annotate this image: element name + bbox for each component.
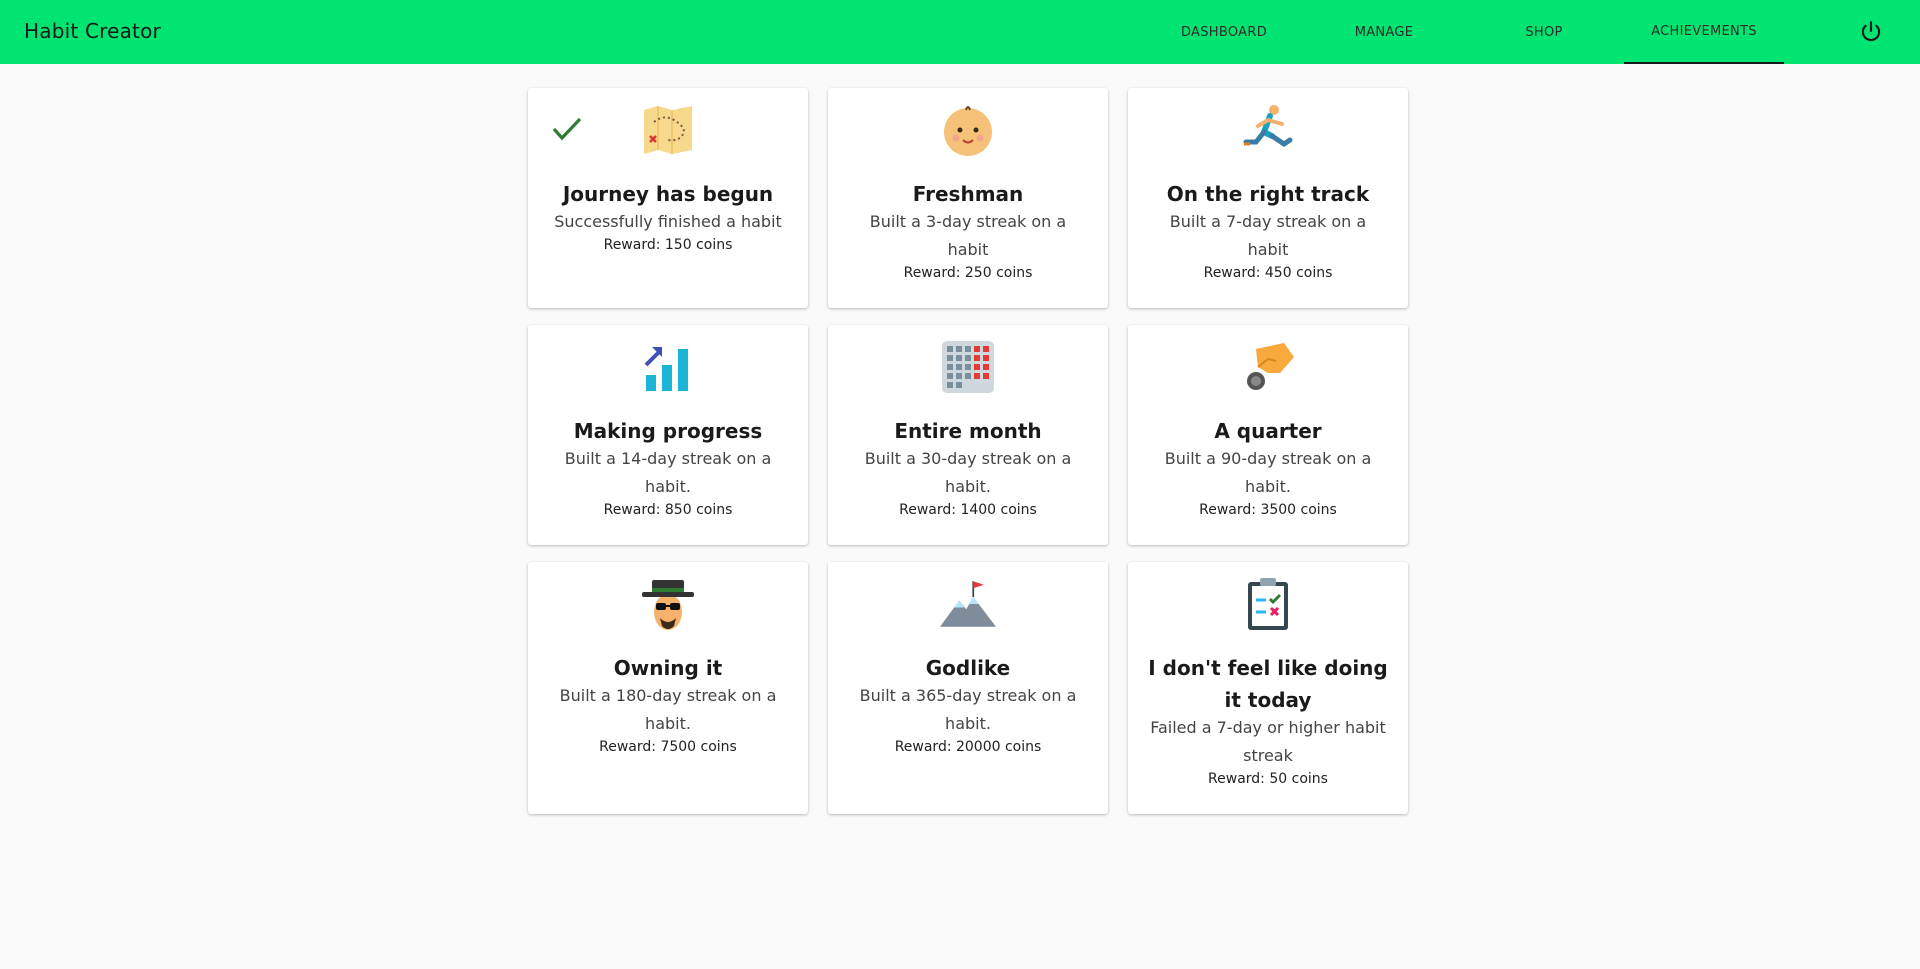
achievement-reward: Reward: 450 coins — [1203, 265, 1333, 281]
achievement-reward: Reward: 3500 coins — [1199, 502, 1337, 518]
achievement-title: Entire month — [894, 419, 1042, 443]
achievement-description: Built a 14-day streak on a habit. — [564, 449, 772, 496]
achievement-title: I don't feel like doing it today — [1148, 656, 1388, 712]
achievement-card: Entire month Built a 30-day streak on a … — [828, 325, 1108, 545]
achievement-description: Built a 365-day streak on a habit. — [859, 686, 1077, 733]
clipboard-checklist-icon — [1248, 578, 1288, 630]
tab-shop[interactable]: SHOP — [1464, 0, 1624, 64]
achievement-reward: Reward: 250 coins — [903, 265, 1033, 281]
achievement-title: Owning it — [613, 656, 723, 680]
achievement-description: Built a 90-day streak on a habit. — [1164, 449, 1372, 496]
app-title: Habit Creator — [24, 19, 161, 43]
achievement-reward: Reward: 20000 coins — [894, 739, 1042, 755]
achievement-card: Freshman Built a 3-day streak on a habit… — [828, 88, 1108, 308]
tab-manage[interactable]: MANAGE — [1304, 0, 1464, 64]
achievement-description: Successfully finished a habit — [554, 212, 782, 231]
achievement-reward: Reward: 50 coins — [1208, 771, 1328, 787]
achievement-title: Freshman — [912, 182, 1024, 206]
treasure-map-icon — [644, 106, 692, 154]
hat-sunglasses-man-icon — [642, 580, 694, 630]
achievement-title: On the right track — [1166, 182, 1370, 206]
achievement-description: Built a 180-day streak on a habit. — [559, 686, 777, 733]
achievement-reward: Reward: 7500 coins — [599, 739, 737, 755]
achievement-card: Owning it Built a 180-day streak on a ha… — [528, 562, 808, 814]
achievement-card: I don't feel like doing it today Failed … — [1128, 562, 1408, 814]
achievement-title: A quarter — [1214, 419, 1322, 443]
achievement-reward: Reward: 850 coins — [603, 502, 733, 518]
tab-achievements[interactable]: ACHIEVEMENTS — [1624, 0, 1784, 64]
hand-coin-icon — [1247, 343, 1294, 390]
baby-face-icon — [944, 106, 992, 156]
top-app-bar: Habit Creator DASHBOARD MANAGE SHOP ACHI… — [0, 0, 1920, 64]
achievement-card: A quarter Built a 90-day streak on a hab… — [1128, 325, 1408, 545]
achievement-title: Journey has begun — [562, 182, 774, 206]
achievement-description: Built a 30-day streak on a habit. — [864, 449, 1072, 496]
achievement-title: Making progress — [573, 419, 763, 443]
tab-dashboard[interactable]: DASHBOARD — [1144, 0, 1304, 64]
runner-icon — [1243, 105, 1293, 148]
achievement-reward: Reward: 1400 coins — [899, 502, 1037, 518]
calendar-grid-icon — [942, 341, 994, 393]
growth-chart-icon — [644, 347, 688, 391]
checkmark-icon — [552, 117, 582, 141]
mountain-flag-icon — [940, 581, 996, 627]
achievement-card: Journey has begun Successfully finished … — [528, 88, 808, 308]
achievement-card: On the right track Built a 7-day streak … — [1128, 88, 1408, 308]
achievement-reward: Reward: 150 coins — [603, 237, 733, 253]
achievement-card: Godlike Built a 365-day streak on a habi… — [828, 562, 1108, 814]
achievement-description: Built a 3-day streak on a habit — [869, 212, 1067, 259]
achievement-description: Built a 7-day streak on a habit — [1169, 212, 1367, 259]
achievement-card: Making progress Built a 14-day streak on… — [528, 325, 808, 545]
achievement-title: Godlike — [925, 656, 1011, 680]
achievement-description: Failed a 7-day or higher habit streak — [1150, 718, 1386, 765]
power-icon[interactable] — [1858, 19, 1884, 45]
